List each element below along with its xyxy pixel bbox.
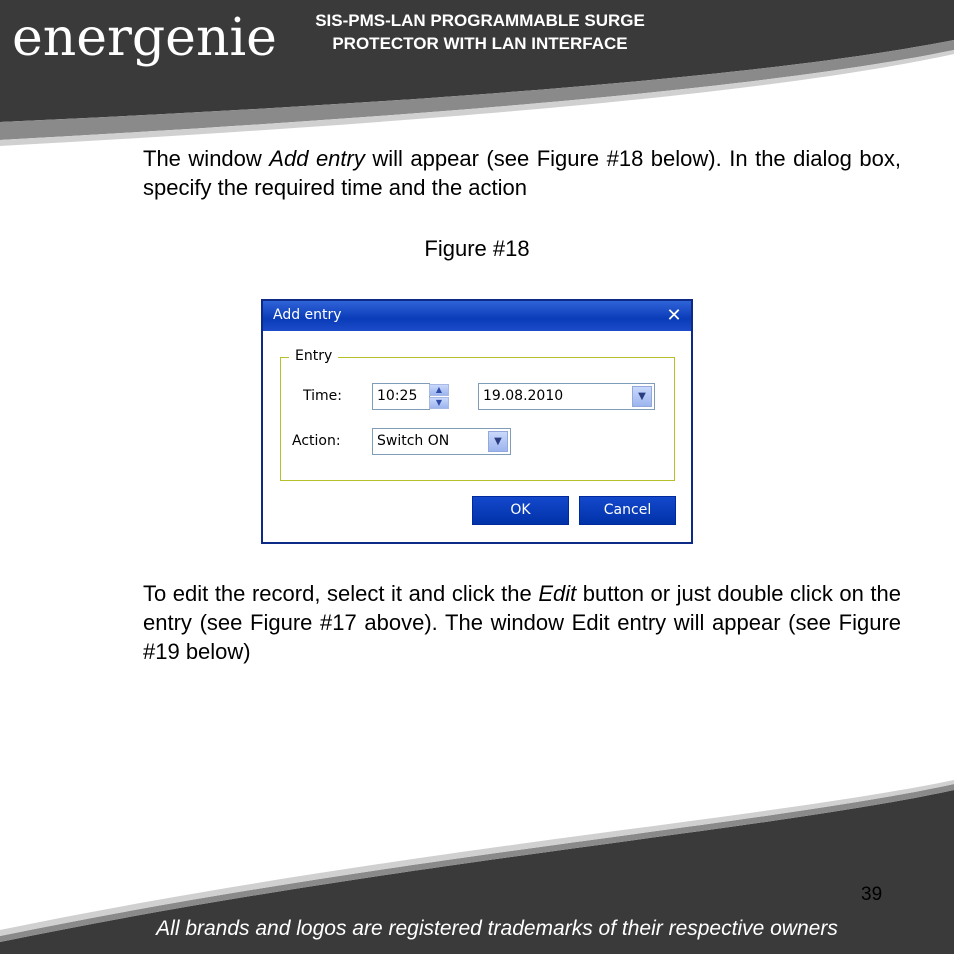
chevron-down-icon[interactable]: ▼ [632,386,652,407]
time-spinner[interactable]: ▲ ▼ [429,384,449,409]
chevron-down-icon[interactable]: ▼ [488,431,508,452]
intro-text-pre: The window [143,146,270,171]
spin-up-icon[interactable]: ▲ [429,384,449,396]
action-select[interactable]: Switch ON ▼ [372,428,511,455]
spin-down-icon[interactable]: ▼ [429,397,449,409]
time-label: Time: [303,388,342,404]
edit-text-pre: To edit the record, select it and click … [143,581,539,606]
time-value: 10:25 [377,388,418,404]
page-number: 39 [861,884,883,905]
ok-button[interactable]: OK [472,496,569,525]
entry-groupbox: Entry [280,348,675,481]
action-label: Action: [292,433,341,449]
entry-group-label: Entry [289,348,339,364]
dialog-titlebar[interactable]: Add entry ✕ [263,301,691,331]
dialog-body: Entry Time: 10:25 ▲ ▼ 19.08.2010 ▼ Actio… [263,331,691,542]
intro-text-emphasis: Add entry [269,146,365,171]
edit-text-emphasis: Edit [538,581,577,606]
close-icon[interactable]: ✕ [663,305,685,327]
energenie-logo: energenie [12,8,277,68]
intro-paragraph: The window Add entry will appear (see Fi… [143,144,901,202]
document-title: SIS-PMS-LAN PROGRAMMABLE SURGE PROTECTOR… [270,9,690,55]
document-title-line1: SIS-PMS-LAN PROGRAMMABLE SURGE [315,11,645,30]
figure-caption: Figure #18 [424,236,530,261]
time-input[interactable]: 10:25 [372,383,430,410]
date-picker[interactable]: 19.08.2010 ▼ [478,383,655,410]
add-entry-dialog: Add entry ✕ Entry Time: 10:25 ▲ ▼ 19.08.… [261,299,693,544]
document-title-line2: PROTECTOR WITH LAN INTERFACE [332,34,628,53]
edit-paragraph: To edit the record, select it and click … [143,579,901,666]
cancel-button[interactable]: Cancel [579,496,676,525]
trademark-notice: All brands and logos are registered trad… [156,917,838,940]
action-value: Switch ON [377,433,450,449]
date-value: 19.08.2010 [483,388,564,404]
dialog-title: Add entry [273,307,342,323]
